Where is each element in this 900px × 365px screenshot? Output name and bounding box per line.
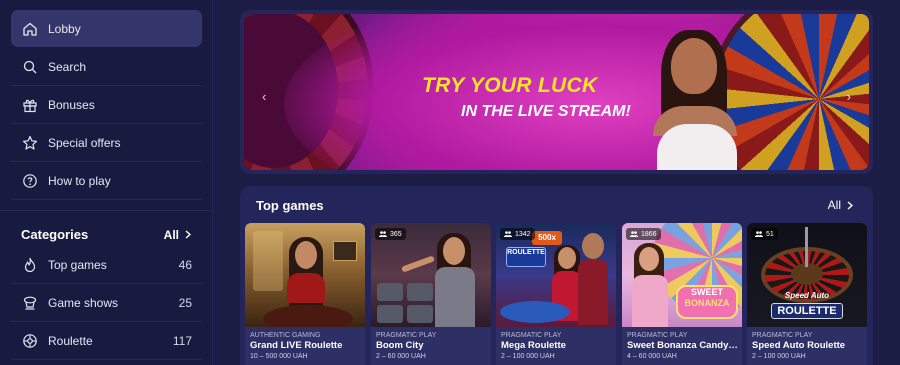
sidebar-item-label: Search: [48, 59, 87, 74]
category-label: Top games: [48, 257, 107, 272]
game-info: AUTHENTIC GAMING Grand LIVE Roulette 10 …: [245, 327, 365, 365]
chevron-right-icon: [847, 200, 853, 210]
players-count: 51: [766, 230, 774, 238]
star-icon: [22, 135, 38, 151]
game-provider: PRAGMATIC PLAY: [627, 332, 688, 339]
sidebar-item-special-offers[interactable]: Special offers: [11, 124, 202, 161]
users-icon: [379, 231, 387, 237]
category-label: Game shows: [48, 295, 119, 310]
category-label: Roulette: [48, 333, 93, 348]
section-divider: [0, 210, 213, 211]
promo-banner[interactable]: TRY YOUR LUCK IN THE LIVE STREAM! ‹ ›: [240, 10, 873, 174]
sidebar-item-bonuses[interactable]: Bonuses: [11, 86, 202, 123]
banner-image: TRY YOUR LUCK IN THE LIVE STREAM! ‹ ›: [244, 14, 869, 170]
game-limits: 2 – 100 000 UAH: [501, 353, 555, 360]
sidebar-item-label: Bonuses: [48, 97, 95, 112]
fire-icon: [22, 257, 38, 273]
players-count: 365: [390, 230, 402, 238]
sweet-logo-line1: SWEET: [690, 287, 723, 297]
game-limits: 4 – 60 000 UAH: [627, 353, 677, 360]
game-name: Grand LIVE Roulette: [250, 340, 343, 351]
category-count: 46: [178, 257, 192, 272]
all-label: All: [827, 198, 841, 212]
game-card[interactable]: 365 PRAGMATIC PLAY Boom City 2 – 60 000 …: [371, 223, 491, 365]
speed-logo-line2: ROULETTE: [771, 303, 843, 319]
game-info: PRAGMATIC PLAY Speed Auto Roulette 2 – 1…: [747, 327, 867, 365]
banner-headline: TRY YOUR LUCK: [422, 74, 598, 97]
sidebar-item-search[interactable]: Search: [11, 48, 202, 85]
sidebar-item-lobby[interactable]: Lobby: [11, 10, 202, 47]
game-name: Boom City: [376, 340, 424, 351]
players-badge: 365: [375, 228, 406, 240]
category-count: 117: [172, 333, 192, 348]
players-count: 1342: [515, 230, 531, 238]
users-icon: [755, 231, 763, 237]
game-provider: PRAGMATIC PLAY: [501, 332, 562, 339]
sidebar-item-label: Lobby: [48, 21, 81, 36]
categories-all-label: All: [163, 227, 179, 242]
categories-title: Categories: [21, 227, 89, 242]
game-name: Mega Roulette: [501, 340, 566, 351]
roulette-icon: [22, 333, 38, 349]
game-info: PRAGMATIC PLAY Sweet Bonanza Candy… 4 – …: [622, 327, 742, 365]
players-badge: 51: [751, 228, 778, 240]
players-count: 1866: [641, 230, 657, 238]
gift-icon: [22, 97, 38, 113]
banner-subheadline: IN THE LIVE STREAM!: [461, 103, 631, 120]
categories-header: Categories All: [21, 227, 191, 242]
game-name: Speed Auto Roulette: [752, 340, 846, 351]
users-icon: [630, 231, 638, 237]
section-title: Top games: [256, 198, 324, 213]
game-info: PRAGMATIC PLAY Mega Roulette 2 – 100 000…: [496, 327, 616, 365]
game-card[interactable]: Speed Auto ROULETTE 51 PRAGMATIC PLAY Sp…: [747, 223, 867, 365]
game-provider: PRAGMATIC PLAY: [752, 332, 813, 339]
category-top-games[interactable]: Top games 46: [11, 246, 202, 283]
search-icon: [22, 59, 38, 75]
home-icon: [22, 21, 38, 37]
sidebar-item-label: How to play: [48, 173, 111, 188]
sidebar-item-label: Special offers: [48, 135, 121, 150]
sidebar: Lobby Search Bonuses Special offers How …: [0, 0, 213, 365]
help-icon: [22, 173, 38, 189]
category-count: 25: [178, 295, 192, 310]
game-provider: PRAGMATIC PLAY: [376, 332, 437, 339]
game-card[interactable]: AUTHENTIC GAMING Grand LIVE Roulette 10 …: [245, 223, 365, 365]
presenter-graphic: [649, 28, 741, 170]
multiplier-badge: 500x: [532, 231, 562, 245]
game-limits: 2 – 100 000 UAH: [752, 353, 806, 360]
game-info: PRAGMATIC PLAY Boom City 2 – 60 000 UAH: [371, 327, 491, 365]
users-icon: [504, 231, 512, 237]
top-games-section: Top games All AUTHENTIC GAMING Grand LIV…: [240, 186, 873, 365]
categories-all-link[interactable]: All: [164, 228, 191, 242]
mega-roulette-logo: ROULETTE: [507, 249, 545, 256]
chevron-left-icon[interactable]: ‹: [262, 89, 266, 104]
game-provider: AUTHENTIC GAMING: [250, 332, 321, 339]
players-badge: 1342: [500, 228, 535, 240]
game-card[interactable]: ROULETTE 500x 1342 PRAGMATIC PLAY Mega R…: [496, 223, 616, 365]
divider: [11, 199, 202, 200]
game-limits: 2 – 60 000 UAH: [376, 353, 426, 360]
divider: [11, 359, 202, 360]
sidebar-item-how-to-play[interactable]: How to play: [11, 162, 202, 199]
chevron-right-icon[interactable]: ›: [847, 89, 851, 104]
top-games-all-link[interactable]: All: [828, 198, 853, 212]
category-roulette[interactable]: Roulette 117: [11, 322, 202, 359]
game-thumbnail: [245, 223, 365, 333]
game-card[interactable]: SWEET BONANZA 1866 PRAGMATIC PLAY Sweet …: [622, 223, 742, 365]
sweet-logo-line2: BONANZA: [684, 298, 730, 308]
category-game-shows[interactable]: Game shows 25: [11, 284, 202, 321]
players-badge: 1866: [626, 228, 661, 240]
game-limits: 10 – 500 000 UAH: [250, 353, 308, 360]
gameshow-icon: [22, 295, 38, 311]
speed-logo-line1: Speed Auto: [784, 291, 830, 300]
chevron-right-icon: [185, 230, 191, 239]
game-name: Sweet Bonanza Candy…: [627, 340, 737, 351]
